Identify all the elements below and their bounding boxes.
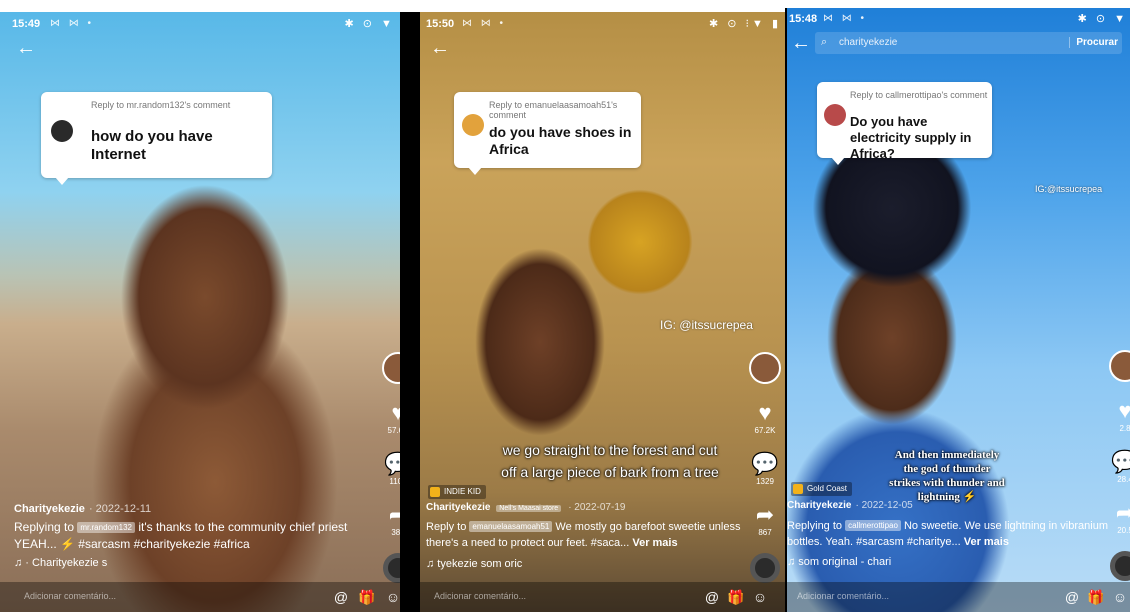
chip-label: INDIE KID — [444, 487, 481, 496]
reply-tag[interactable]: callmerottipao — [845, 520, 901, 531]
like-count: 2.8 — [1119, 424, 1130, 433]
reply-to-label: Reply to callmerottipao's comment — [850, 90, 988, 100]
reply-question: Do you have electricity supply in Africa… — [850, 114, 972, 161]
creator-avatar[interactable] — [1109, 350, 1130, 382]
username[interactable]: Charityekezie — [426, 502, 490, 513]
notification-icons: ⋈ ⋈ • — [823, 13, 868, 24]
system-icons: ✱ ⊙ ▼ — [1077, 13, 1128, 25]
back-arrow-icon[interactable]: ← — [791, 33, 815, 53]
comment-icon[interactable]: 💬 — [745, 453, 785, 475]
search-input[interactable]: charityekezie — [839, 37, 897, 48]
reply-comment-bubble: Reply to mr.random132's comment how do y… — [41, 92, 272, 185]
watermark-text: IG: @itssucrepea — [660, 318, 753, 332]
panel-divider — [400, 12, 420, 612]
mention-icon[interactable]: @ — [1063, 588, 1081, 606]
overlay-caption: we go straight to the forest and cut off… — [501, 442, 719, 480]
comment-bar: Adicionar comentário... @ 🎁 ☺ — [420, 582, 785, 612]
sticker-chip[interactable]: INDIE KID — [428, 485, 486, 499]
back-arrow-icon[interactable]: ← — [16, 38, 40, 58]
caption-prefix: Replying to — [787, 520, 843, 532]
music-disc-icon[interactable] — [750, 553, 780, 583]
reply-question: do you have shoes in Africa — [489, 124, 632, 157]
mention-icon[interactable]: @ — [703, 588, 721, 606]
like-count: 67.2K — [754, 426, 776, 435]
video-meta: Charityekezie · 2022-12-11 — [14, 503, 151, 515]
search-icon: ⌕ — [821, 36, 828, 48]
status-bar: 15:48 ⋈ ⋈ • ✱ ⊙ ▼ — [787, 8, 1130, 30]
video-panel-3[interactable]: 15:48 ⋈ ⋈ • ✱ ⊙ ▼ ← ⌕ charityekezie Proc… — [787, 8, 1130, 612]
back-arrow-icon[interactable]: ← — [430, 38, 454, 58]
gift-icon[interactable]: 🎁 — [727, 588, 745, 606]
comment-bar: Adicionar comentário... @ 🎁 ☺ — [787, 582, 1130, 612]
share-icon[interactable]: ➦ — [745, 504, 785, 526]
heart-icon[interactable]: ♥ — [745, 402, 785, 424]
search-button[interactable]: Procurar — [1069, 37, 1118, 48]
share-count: 867 — [758, 528, 772, 537]
commenter-avatar — [824, 104, 846, 126]
chip-icon — [430, 487, 440, 497]
status-time: 15:48 — [789, 13, 818, 25]
comment-bar: Adicionar comentário... @ 🎁 ☺ — [0, 582, 420, 612]
music-label[interactable]: ♫ tyekezie som oric — [426, 558, 522, 570]
heart-icon[interactable]: ♥ — [1105, 400, 1130, 422]
video-panel-1[interactable]: 15:49 ⋈ ⋈ • ✱ ⊙ ▼ ▮ ← Reply to mr.random… — [0, 12, 420, 612]
overlay-caption: And then immediately the god of thunder … — [889, 449, 1005, 503]
see-more-link[interactable]: Ver mais — [964, 536, 1009, 548]
store-tag[interactable]: Nell's Maasai store — [496, 505, 562, 512]
comment-input[interactable]: Adicionar comentário... — [24, 591, 116, 601]
notification-icons: ⋈ ⋈ • — [462, 18, 507, 29]
status-bar: 15:50 ⋈ ⋈ • ✱ ⊙ ⁝▼ ▮ — [420, 12, 785, 34]
status-bar: 15:49 ⋈ ⋈ • ✱ ⊙ ▼ ▮ — [0, 12, 420, 34]
reply-tag[interactable]: mr.random132 — [77, 522, 135, 533]
action-rail: ♥ 67.2K 💬 1329 ➦ 867 — [745, 352, 785, 583]
comment-input[interactable]: Adicionar comentário... — [434, 591, 526, 601]
emoji-icon[interactable]: ☺ — [1111, 588, 1129, 606]
reply-comment-bubble: Reply to emanuelaasamoah51's comment do … — [454, 92, 641, 175]
comment-count: 28.4 — [1117, 475, 1130, 484]
commenter-avatar — [51, 120, 73, 142]
emoji-icon[interactable]: ☺ — [751, 588, 769, 606]
username[interactable]: Charityekezie — [787, 500, 851, 511]
video-panel-2[interactable]: 15:50 ⋈ ⋈ • ✱ ⊙ ⁝▼ ▮ ← Reply to emanuela… — [420, 12, 785, 612]
chip-icon — [793, 484, 803, 494]
status-time: 15:50 — [426, 18, 455, 30]
search-bar[interactable]: ⌕ charityekezie Procurar — [815, 32, 1122, 54]
username[interactable]: Charityekezie — [14, 503, 85, 515]
reply-question: how do you have Internet — [91, 128, 213, 163]
video-meta: Charityekezie Nell's Maasai store · 2022-… — [426, 502, 625, 513]
sticker-chip[interactable]: Gold Coast — [791, 482, 853, 496]
music-disc-icon[interactable] — [1110, 551, 1130, 581]
caption-prefix: Replying to — [14, 520, 75, 534]
gift-icon[interactable]: 🎁 — [358, 588, 376, 606]
notification-icons: ⋈ ⋈ • — [50, 18, 95, 29]
status-time: 15:49 — [12, 18, 41, 30]
post-date: · 2022-07-19 — [568, 502, 626, 513]
watermark-text: IG:@itssucrepea — [1035, 184, 1103, 194]
comment-icon[interactable]: 💬 — [1105, 451, 1130, 473]
reply-comment-bubble: Reply to callmerottipao's comment Do you… — [817, 82, 992, 165]
comment-count: 1329 — [756, 477, 774, 486]
chip-label: Gold Coast — [807, 484, 848, 493]
music-label[interactable]: ♫ som original - chari — [787, 556, 891, 568]
music-label[interactable]: ♫ · Charityekezie s — [14, 557, 107, 569]
post-date: · 2022-12-11 — [88, 503, 152, 515]
reply-to-label: Reply to mr.random132's comment — [91, 100, 231, 110]
gift-icon[interactable]: 🎁 — [1087, 588, 1105, 606]
creator-avatar[interactable] — [749, 352, 781, 384]
comment-input[interactable]: Adicionar comentário... — [797, 591, 889, 601]
system-icons: ✱ ⊙ ⁝▼ ▮ — [708, 18, 781, 30]
reply-to-label: Reply to emanuelaasamoah51's comment — [489, 100, 618, 120]
post-date: · 2022-12-05 — [855, 500, 913, 511]
commenter-avatar — [462, 114, 484, 136]
video-caption: Reply to emanuelaasamoah51 We mostly go … — [426, 519, 746, 551]
video-meta: Charityekezie · 2022-12-05 — [787, 500, 913, 511]
see-more-link[interactable]: Ver mais — [632, 537, 677, 549]
video-caption: Replying to mr.random132 it's thanks to … — [14, 519, 354, 553]
caption-prefix: Reply to — [426, 521, 467, 533]
video-caption: Replying to callmerottipao No sweetie. W… — [787, 518, 1117, 550]
mention-icon[interactable]: @ — [332, 588, 350, 606]
reply-tag[interactable]: emanuelaasamoah51 — [469, 521, 553, 532]
